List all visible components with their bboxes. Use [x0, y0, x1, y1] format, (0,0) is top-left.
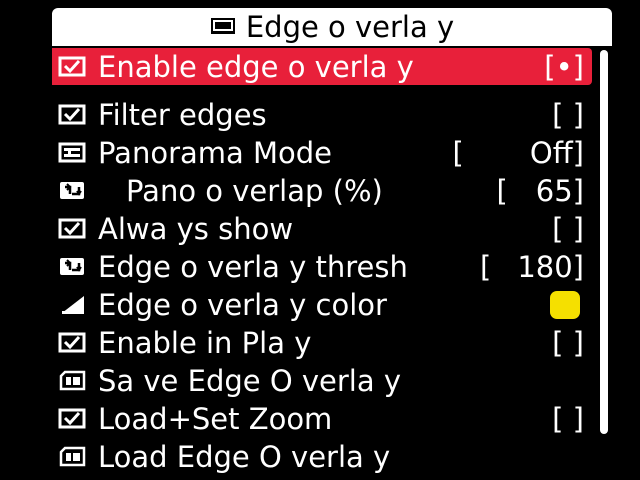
- menu-item-load-edge-overlay[interactable]: Load Edge O verla y: [52, 438, 592, 475]
- stepper-icon: [58, 255, 88, 279]
- sd-card-icon: [58, 369, 88, 393]
- menu-item-open-bracket: [: [480, 249, 492, 284]
- menu-item-label: Enable in Pla y: [98, 325, 312, 360]
- menu-item-value: 65]: [535, 173, 584, 208]
- edge-overlay-menu: Edge o verla y Enable edge o verla y [•]…: [52, 8, 612, 476]
- menu-item-open-bracket: [: [452, 135, 464, 170]
- color-icon: [58, 293, 88, 317]
- menu-item-enable-edge-overlay[interactable]: Enable edge o verla y [•]: [52, 48, 592, 85]
- checkbox-icon: [58, 103, 88, 127]
- menu-item-label: Panorama Mode: [98, 135, 333, 170]
- menu-item-label: Edge o verla y thresh: [98, 249, 408, 284]
- menu-item-label: Edge o verla y color: [98, 287, 387, 322]
- list-icon: [58, 141, 88, 165]
- menu-item-value: Off]: [529, 135, 584, 170]
- menu-item-enable-in-play[interactable]: Enable in Pla y [ ]: [52, 324, 592, 361]
- menu-item-label: Load Edge O verla y: [98, 439, 391, 474]
- menu-item-load-set-zoom[interactable]: Load+Set Zoom [ ]: [52, 400, 592, 437]
- menu-title: Edge o verla y: [245, 10, 455, 44]
- menu-item-save-edge-overlay[interactable]: Sa ve Edge O verla y: [52, 362, 592, 399]
- stepper-icon: [58, 179, 88, 203]
- menu-item-label: Pano o verlap (%): [126, 173, 383, 208]
- menu-item-panorama-mode[interactable]: Panorama Mode [ Off]: [52, 134, 592, 171]
- menu-item-value: [ ]: [552, 325, 584, 360]
- menu-item-label: Alwa ys show: [98, 211, 294, 246]
- menu-item-label: Load+Set Zoom: [98, 401, 333, 436]
- menu-item-edge-overlay-color[interactable]: Edge o verla y color: [52, 286, 592, 323]
- menu-item-pano-overlap[interactable]: Pano o verlap (%) [ 65]: [52, 172, 592, 209]
- menu-item-value: [ ]: [552, 97, 584, 132]
- menu-item-label: Enable edge o verla y: [98, 49, 414, 84]
- color-swatch: [550, 290, 580, 319]
- menu-item-label: Filter edges: [98, 97, 267, 132]
- menu-title-bar: Edge o verla y: [52, 8, 612, 46]
- scrollbar[interactable]: [600, 50, 608, 434]
- menu-item-edge-overlay-thresh[interactable]: Edge o verla y thresh [ 180]: [52, 248, 592, 285]
- checkbox-icon: [58, 217, 88, 241]
- checkbox-icon: [58, 407, 88, 431]
- menu-item-filter-edges[interactable]: Filter edges [ ]: [52, 96, 592, 133]
- menu-item-always-show[interactable]: Alwa ys show [ ]: [52, 210, 592, 247]
- checkbox-icon: [58, 55, 88, 79]
- sd-card-icon: [58, 445, 88, 469]
- menu-item-value: [ ]: [552, 211, 584, 246]
- menu-item-value: [•]: [544, 49, 584, 84]
- menu-item-value: 180]: [517, 249, 584, 284]
- checkbox-icon: [58, 331, 88, 355]
- menu-item-label: Sa ve Edge O verla y: [98, 363, 401, 398]
- screen-icon: [210, 17, 236, 37]
- menu-item-value: [ ]: [552, 401, 584, 436]
- menu-item-open-bracket: [: [496, 173, 508, 208]
